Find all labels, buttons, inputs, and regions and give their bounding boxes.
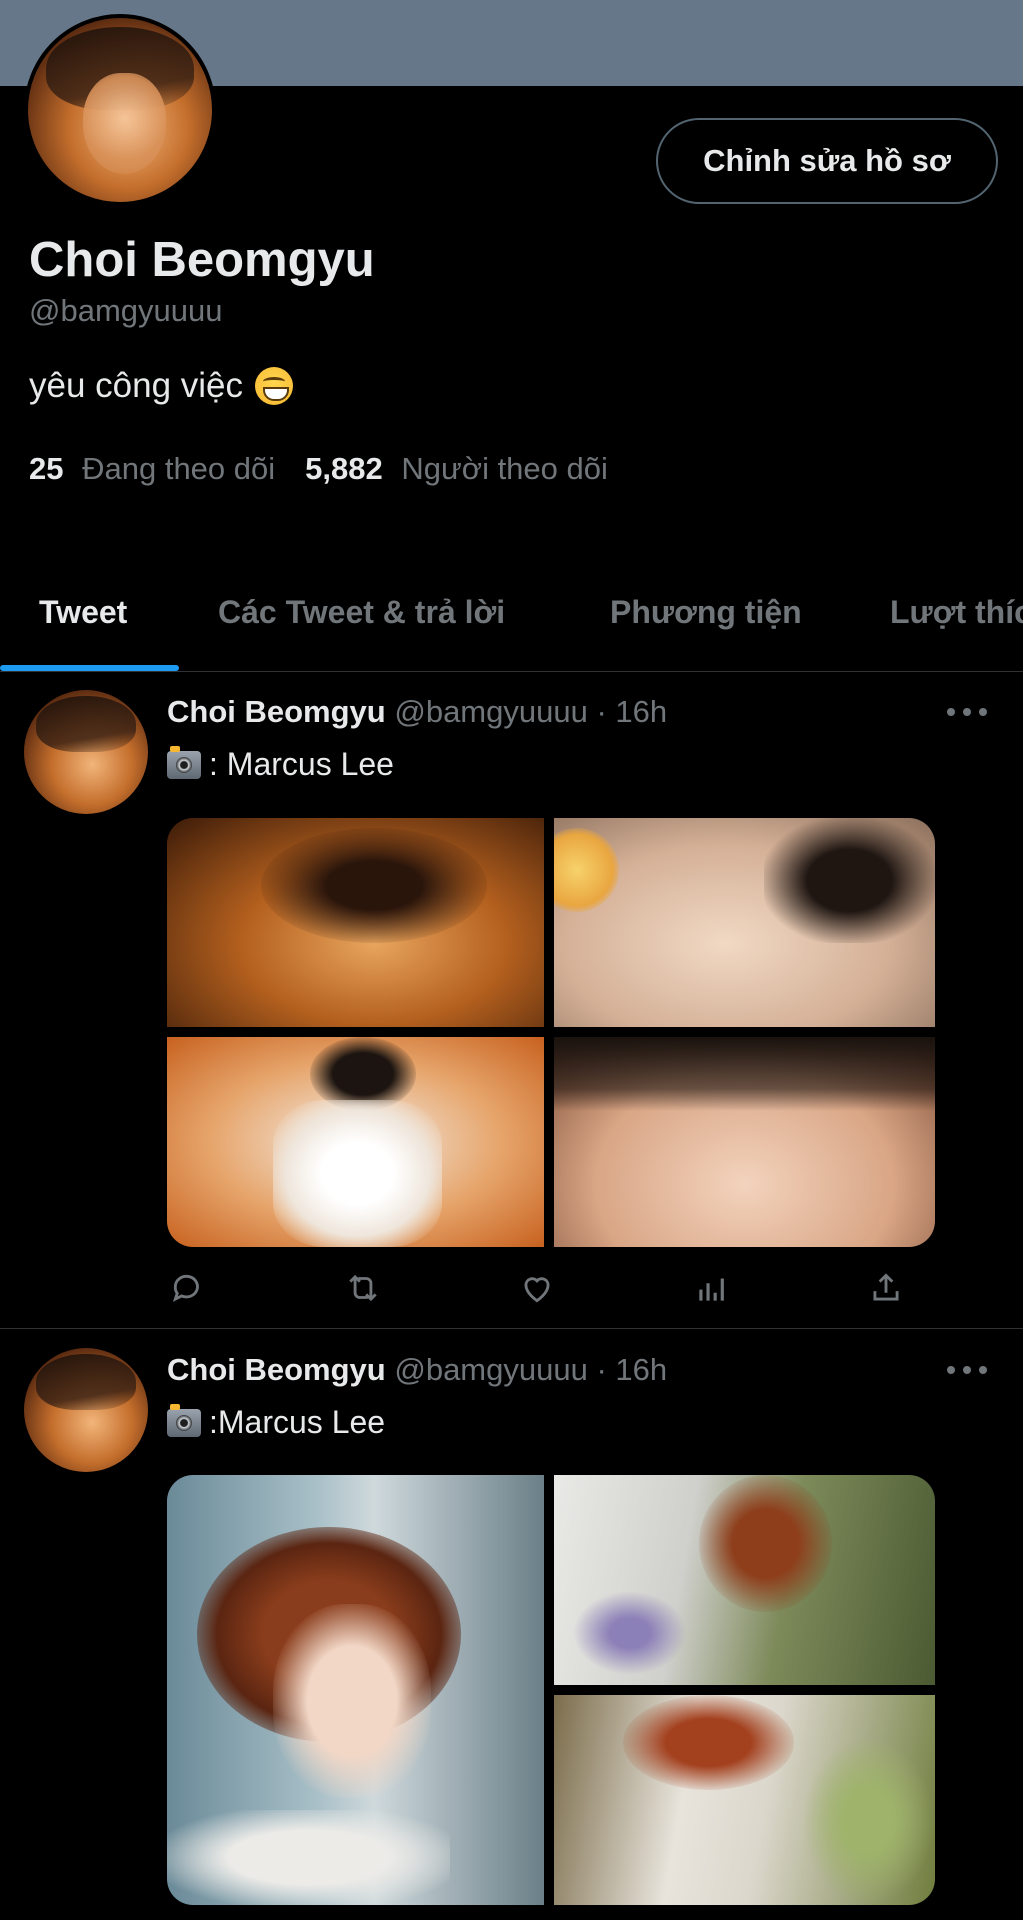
- tweet-actions: [167, 1265, 907, 1311]
- profile-display-name: Choi Beomgyu: [29, 233, 375, 287]
- tab-tweets-and-replies[interactable]: Các Tweet & trả lời: [218, 594, 505, 631]
- followers-link[interactable]: 5,882 Người theo dõi: [305, 451, 608, 487]
- bio-text: yêu công việc: [29, 366, 244, 405]
- followers-label: Người theo dõi: [401, 451, 608, 486]
- profile-handle: @bamgyuuuu: [29, 293, 223, 328]
- profile-page: Chỉnh sửa hồ sơ Choi Beomgyu @bamgyuuuu …: [0, 0, 1023, 1920]
- profile-avatar[interactable]: [24, 14, 216, 206]
- tweet-caption: :Marcus Lee: [209, 1404, 386, 1440]
- reply-icon[interactable]: [167, 1267, 209, 1309]
- tweet-media-grid: [167, 1475, 935, 1905]
- tweet-photo[interactable]: [167, 818, 544, 1027]
- tweet-text: :Marcus Lee: [167, 1403, 386, 1441]
- camera-flash-icon: [167, 1403, 201, 1437]
- tweet-header: Choi Beomgyu @bamgyuuuu · 16h: [167, 694, 667, 730]
- tweet-text: : Marcus Lee: [167, 745, 394, 783]
- tab-media[interactable]: Phương tiện: [610, 594, 802, 631]
- tweet-divider: [0, 1328, 1023, 1329]
- grinning-face-icon: [255, 367, 294, 405]
- retweet-icon[interactable]: [342, 1267, 384, 1309]
- tweet-caption: : Marcus Lee: [209, 746, 394, 782]
- tab-likes[interactable]: Lượt thích: [890, 594, 1023, 631]
- tweet-photo[interactable]: [554, 818, 935, 1027]
- tweet-meta: @bamgyuuuu · 16h: [394, 1352, 668, 1387]
- share-icon[interactable]: [865, 1267, 907, 1309]
- more-options-icon[interactable]: [947, 706, 987, 718]
- edit-profile-button[interactable]: Chỉnh sửa hồ sơ: [656, 118, 998, 204]
- tweet-avatar[interactable]: [24, 690, 148, 814]
- tweet-photo[interactable]: [167, 1037, 544, 1247]
- camera-flash-icon: [167, 745, 201, 779]
- tweet-author-name[interactable]: Choi Beomgyu: [167, 694, 386, 729]
- tweet-header: Choi Beomgyu @bamgyuuuu · 16h: [167, 1352, 667, 1388]
- like-icon[interactable]: [516, 1267, 558, 1309]
- analytics-icon[interactable]: [691, 1267, 733, 1309]
- following-link[interactable]: 25 Đang theo dõi: [29, 451, 275, 487]
- tweet-photo[interactable]: [554, 1695, 935, 1905]
- following-count: 25: [29, 451, 64, 486]
- tab-tweets[interactable]: Tweet: [39, 594, 127, 631]
- tweet-avatar[interactable]: [24, 1348, 148, 1472]
- following-label: Đang theo dõi: [82, 451, 276, 486]
- tweet-photo[interactable]: [554, 1475, 935, 1685]
- profile-stats: 25 Đang theo dõi 5,882 Người theo dõi: [29, 451, 608, 487]
- profile-bio: yêu công việc: [29, 366, 294, 406]
- tweet-photo[interactable]: [167, 1475, 544, 1905]
- tabs-divider: [0, 671, 1023, 672]
- tweet-meta: @bamgyuuuu · 16h: [394, 694, 668, 729]
- tweet-media-grid: [167, 818, 935, 1247]
- tweet-photo[interactable]: [554, 1037, 935, 1247]
- more-options-icon[interactable]: [947, 1364, 987, 1376]
- followers-count: 5,882: [305, 451, 383, 486]
- tweet-author-name[interactable]: Choi Beomgyu: [167, 1352, 386, 1387]
- profile-tabs: Tweet Các Tweet & trả lời Phương tiện Lư…: [0, 580, 1023, 670]
